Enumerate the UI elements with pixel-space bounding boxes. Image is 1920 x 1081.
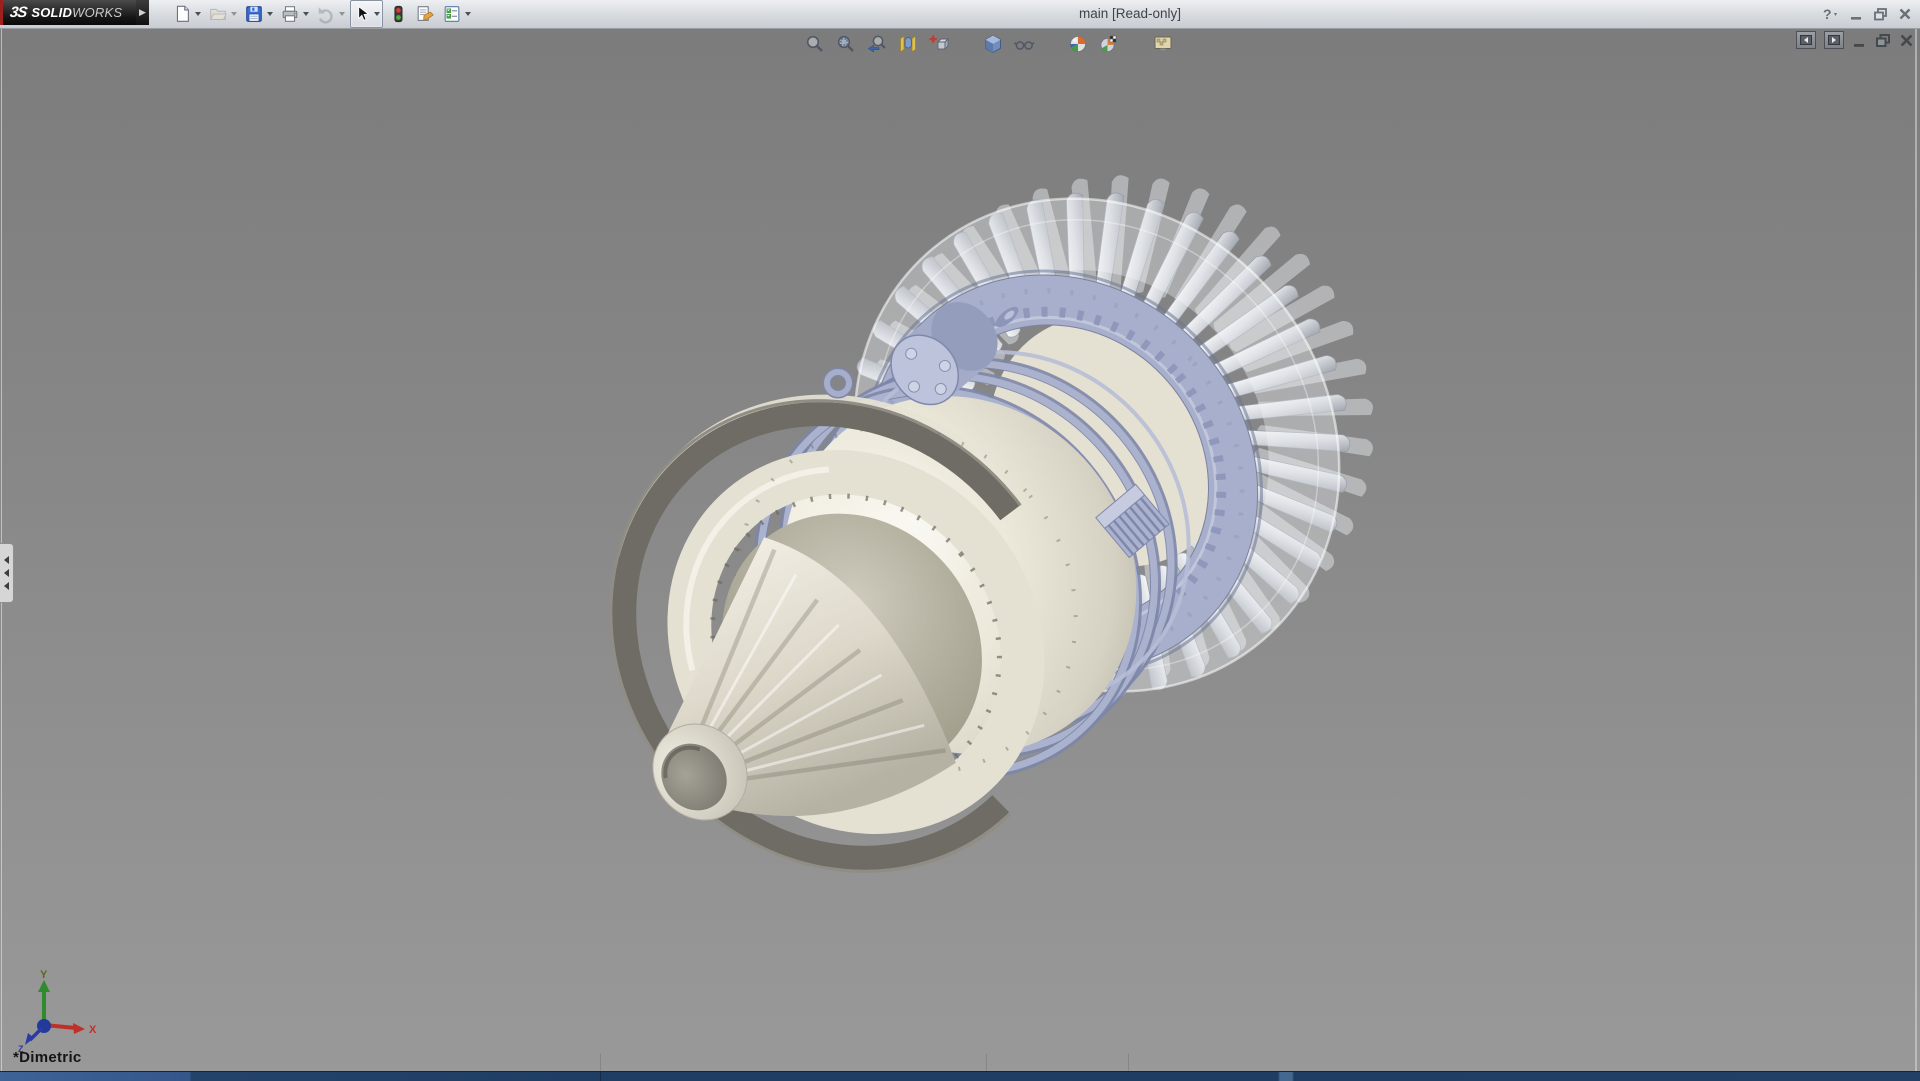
ds-logo-icon: 3S (8, 4, 28, 21)
feature-tree-collapse-tab[interactable] (0, 543, 14, 603)
zoom-to-area-button[interactable] (834, 32, 858, 56)
open-document-button[interactable] (206, 1, 239, 27)
dropdown-caret-icon[interactable] (267, 12, 273, 16)
triad-y-arrow (38, 980, 50, 992)
triad-y-label: Y (40, 969, 48, 981)
close-button[interactable] (1898, 7, 1912, 21)
triad-x-label: X (89, 1024, 97, 1036)
print-button[interactable] (278, 1, 311, 27)
options-button[interactable] (440, 1, 473, 27)
close-document-button[interactable] (1899, 33, 1914, 48)
edit-appearance-button[interactable] (1066, 32, 1090, 56)
solidworks-logo: 3S SOLID WORKS (0, 0, 136, 25)
file-properties-button[interactable] (413, 1, 437, 27)
viewport-right-edge (1915, 28, 1917, 1080)
dropdown-caret-icon[interactable] (374, 12, 380, 16)
save-button[interactable] (242, 1, 275, 27)
apply-scene-button[interactable] (1097, 32, 1121, 56)
brand-name-bold: SOLID (31, 5, 73, 20)
statusbar-separator (986, 1054, 987, 1071)
show-right-pane-button[interactable] (1824, 31, 1844, 49)
triad-x-arrow (73, 1023, 85, 1034)
document-title: main [Read-only] (1078, 6, 1182, 21)
view-settings-button[interactable] (1151, 32, 1175, 56)
dropdown-caret-icon[interactable] (303, 12, 309, 16)
restore-down-button[interactable] (1873, 7, 1888, 21)
restore-document-button[interactable] (1875, 33, 1891, 48)
undo-button[interactable] (314, 1, 347, 27)
statusbar-separator (600, 1054, 601, 1071)
show-left-pane-button[interactable] (1796, 31, 1816, 49)
view-orientation-button[interactable] (927, 32, 951, 56)
select-cursor-button[interactable] (350, 0, 383, 28)
window-controls: ? (1821, 2, 1912, 26)
previous-view-button[interactable] (865, 32, 889, 56)
hide-show-items-button[interactable] (1012, 32, 1036, 56)
zoom-to-fit-button[interactable] (803, 32, 827, 56)
dropdown-caret-icon[interactable] (465, 12, 471, 16)
statusbar-separator (1128, 1054, 1129, 1071)
help-button[interactable]: ? (1821, 6, 1839, 22)
dropdown-caret-icon[interactable] (195, 12, 201, 16)
menu-expand-arrow[interactable]: ▶ (136, 0, 149, 25)
minimize-button[interactable] (1849, 7, 1863, 21)
collapse-arrow-icon (4, 556, 9, 564)
collapse-arrow-icon (4, 582, 9, 590)
document-window-controls (1796, 31, 1914, 49)
rebuild-traffic-light-button[interactable] (386, 1, 410, 27)
display-style-button[interactable] (981, 32, 1005, 56)
view-orientation-label: *Dimetric (13, 1049, 82, 1066)
triad-z-arrow (25, 1033, 34, 1045)
heads-up-view-toolbar (803, 32, 1175, 56)
dropdown-caret-icon[interactable] (339, 12, 345, 16)
title-bar: 3S SOLID WORKS ▶ main [Read-only] ? (0, 0, 1920, 29)
svg-text:?: ? (1823, 6, 1832, 22)
standard-toolbar (170, 0, 473, 28)
graphics-area[interactable] (0, 28, 1920, 1080)
minimize-document-button[interactable] (1852, 33, 1867, 48)
collapse-arrow-icon (4, 569, 9, 577)
new-document-button[interactable] (170, 1, 203, 27)
section-view-button[interactable] (896, 32, 920, 56)
dropdown-caret-icon[interactable] (231, 12, 237, 16)
brand-name-light: WORKS (72, 5, 123, 20)
